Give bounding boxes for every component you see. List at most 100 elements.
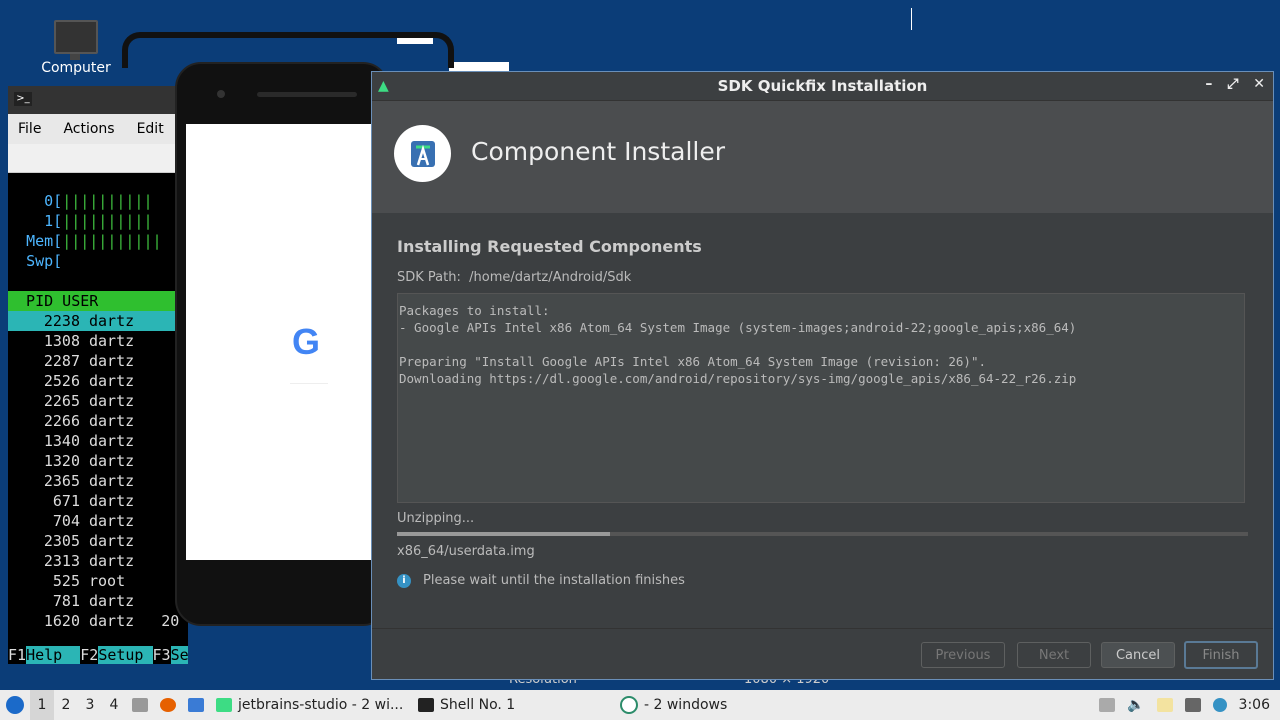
process-user: dartz bbox=[89, 512, 135, 530]
install-progress-bar bbox=[397, 532, 1248, 536]
install-status: Unzipping... bbox=[397, 511, 475, 526]
finish-button[interactable]: Finish bbox=[1184, 641, 1258, 669]
install-log[interactable]: Packages to install: - Google APIs Intel… bbox=[397, 293, 1245, 503]
start-menu-icon bbox=[6, 696, 24, 714]
workspace-3[interactable]: 3 bbox=[78, 690, 102, 720]
fkey-key: F2 bbox=[80, 646, 99, 664]
show-desktop-icon bbox=[132, 698, 148, 712]
workspace-2[interactable]: 2 bbox=[54, 690, 78, 720]
workspace-4[interactable]: 4 bbox=[102, 690, 126, 720]
process-pid: 2305 bbox=[43, 532, 80, 550]
process-pid: 1620 bbox=[43, 612, 80, 630]
progress-fill bbox=[397, 532, 610, 536]
sdk-quickfix-dialog[interactable]: ▲ SDK Quickfix Installation – ⤢ ✕ Compon… bbox=[371, 71, 1274, 680]
process-pid: 525 bbox=[52, 572, 80, 590]
dialog-content: Installing Requested Components SDK Path… bbox=[372, 237, 1273, 588]
process-row[interactable]: 2365 dartz bbox=[8, 471, 188, 491]
process-row[interactable]: 2305 dartz bbox=[8, 531, 188, 551]
firefox-launcher[interactable] bbox=[154, 690, 182, 720]
notification-icon[interactable] bbox=[1207, 690, 1233, 720]
folder-icon bbox=[188, 698, 204, 712]
taskbar-app-jetbrains[interactable]: jetbrains-studio - 2 wi... bbox=[210, 690, 412, 720]
sdk-path-label: SDK Path: bbox=[397, 270, 461, 285]
menu-file[interactable]: File bbox=[8, 121, 53, 137]
process-user: dartz bbox=[89, 552, 135, 570]
process-row[interactable]: 2287 dartz bbox=[8, 351, 188, 371]
process-row[interactable]: 1340 dartz bbox=[8, 431, 188, 451]
taskbar-app-emulator[interactable]: - 2 windows bbox=[614, 690, 826, 720]
fkey-label[interactable]: Setup bbox=[98, 646, 153, 664]
previous-button[interactable]: Previous bbox=[921, 642, 1005, 668]
emulator-screen[interactable] bbox=[186, 124, 374, 560]
process-user: dartz bbox=[89, 492, 135, 510]
process-list[interactable]: 2238 dartz 1308 dartz 2287 dartz 2526 dartz 2265… bbox=[8, 311, 188, 631]
show-desktop-button[interactable] bbox=[126, 690, 154, 720]
process-row[interactable]: 525 root bbox=[8, 571, 188, 591]
close-icon[interactable]: ✕ bbox=[1253, 76, 1265, 92]
menu-edit[interactable]: Edit bbox=[127, 121, 176, 137]
process-pid: 671 bbox=[52, 492, 80, 510]
process-user: dartz bbox=[89, 452, 135, 470]
taskbar-app-shell[interactable]: Shell No. 1 bbox=[412, 690, 614, 720]
sdk-path: SDK Path: /home/dartz/Android/Sdk bbox=[397, 270, 1248, 285]
process-row[interactable]: 2265 dartz bbox=[8, 391, 188, 411]
cpu-meter-1: 1[|||||||||| bbox=[44, 212, 153, 230]
htop-output[interactable]: 0[|||||||||| 1[|||||||||| Mem[||||||||||… bbox=[8, 173, 188, 631]
desktop-icon-label: Computer bbox=[41, 60, 111, 76]
cancel-button[interactable]: Cancel bbox=[1101, 642, 1175, 668]
process-user: dartz bbox=[89, 332, 135, 350]
camera-icon bbox=[217, 90, 225, 98]
network-icon[interactable] bbox=[1179, 690, 1207, 720]
process-row[interactable]: 1308 dartz bbox=[8, 331, 188, 351]
process-pid: 2266 bbox=[43, 412, 80, 430]
desktop-icon-computer[interactable]: Computer bbox=[38, 20, 114, 76]
minimize-icon[interactable]: – bbox=[1205, 76, 1212, 92]
clipboard-icon[interactable] bbox=[1151, 690, 1179, 720]
dialog-titlebar[interactable]: ▲ SDK Quickfix Installation – ⤢ ✕ bbox=[372, 72, 1273, 101]
section-title: Installing Requested Components bbox=[397, 237, 702, 256]
process-user: dartz bbox=[89, 532, 135, 550]
process-user: dartz bbox=[89, 392, 135, 410]
sdk-path-value: /home/dartz/Android/Sdk bbox=[469, 270, 632, 285]
google-logo-icon: G bbox=[292, 321, 321, 362]
volume-icon[interactable]: 🔈 bbox=[1121, 690, 1150, 720]
file-manager-launcher[interactable] bbox=[182, 690, 210, 720]
clock[interactable]: 3:06 bbox=[1233, 690, 1280, 720]
start-menu-button[interactable] bbox=[0, 690, 30, 720]
search-underline bbox=[290, 383, 328, 384]
taskbar-app-label: Shell No. 1 bbox=[440, 697, 516, 713]
process-row[interactable]: 1620dartz 20 0 11112 389 bbox=[8, 611, 188, 631]
process-row[interactable]: 704 dartz bbox=[8, 511, 188, 531]
process-row[interactable]: 1320 dartz bbox=[8, 451, 188, 471]
dialog-title: SDK Quickfix Installation bbox=[717, 77, 928, 95]
terminal-toolbar bbox=[8, 144, 188, 173]
tray-up-icon[interactable] bbox=[1093, 690, 1121, 720]
process-row[interactable]: 671 dartz bbox=[8, 491, 188, 511]
process-row[interactable]: 781 dartz bbox=[8, 591, 188, 611]
fkey-label[interactable]: Search bbox=[170, 646, 188, 664]
android-studio-logo-icon bbox=[394, 125, 451, 182]
process-row[interactable]: 2266 dartz bbox=[8, 411, 188, 431]
process-user: dartz bbox=[89, 352, 135, 370]
process-pid: 1308 bbox=[43, 332, 80, 350]
process-pid: 2365 bbox=[43, 472, 80, 490]
process-pid: 2287 bbox=[43, 352, 80, 370]
fkey-label[interactable]: Help bbox=[26, 646, 81, 664]
taskbar: 1 2 3 4 jetbrains-studio - 2 wi... Shell… bbox=[0, 690, 1280, 720]
process-row[interactable]: 2238 dartz bbox=[8, 311, 188, 331]
workspace-1[interactable]: 1 bbox=[30, 690, 54, 720]
android-icon: ▲ bbox=[378, 78, 389, 94]
current-file: x86_64/userdata.img bbox=[397, 544, 535, 559]
process-user: dartz bbox=[89, 412, 135, 430]
fkey-key: F3 bbox=[152, 646, 171, 664]
process-row[interactable]: 2526 dartz bbox=[8, 371, 188, 391]
info-text: Please wait until the installation finis… bbox=[423, 573, 685, 588]
next-button[interactable]: Next bbox=[1017, 642, 1091, 668]
process-row[interactable]: 2313 dartz bbox=[8, 551, 188, 571]
terminal-titlebar[interactable]: >_ bbox=[8, 86, 188, 114]
process-user: dartz bbox=[89, 612, 135, 630]
terminal-window[interactable]: >_ File Actions Edit 0[|||||||||| 1[||||… bbox=[8, 86, 188, 664]
menu-actions[interactable]: Actions bbox=[53, 121, 126, 137]
speaker-grille bbox=[257, 92, 357, 97]
maximize-icon[interactable]: ⤢ bbox=[1227, 76, 1238, 92]
